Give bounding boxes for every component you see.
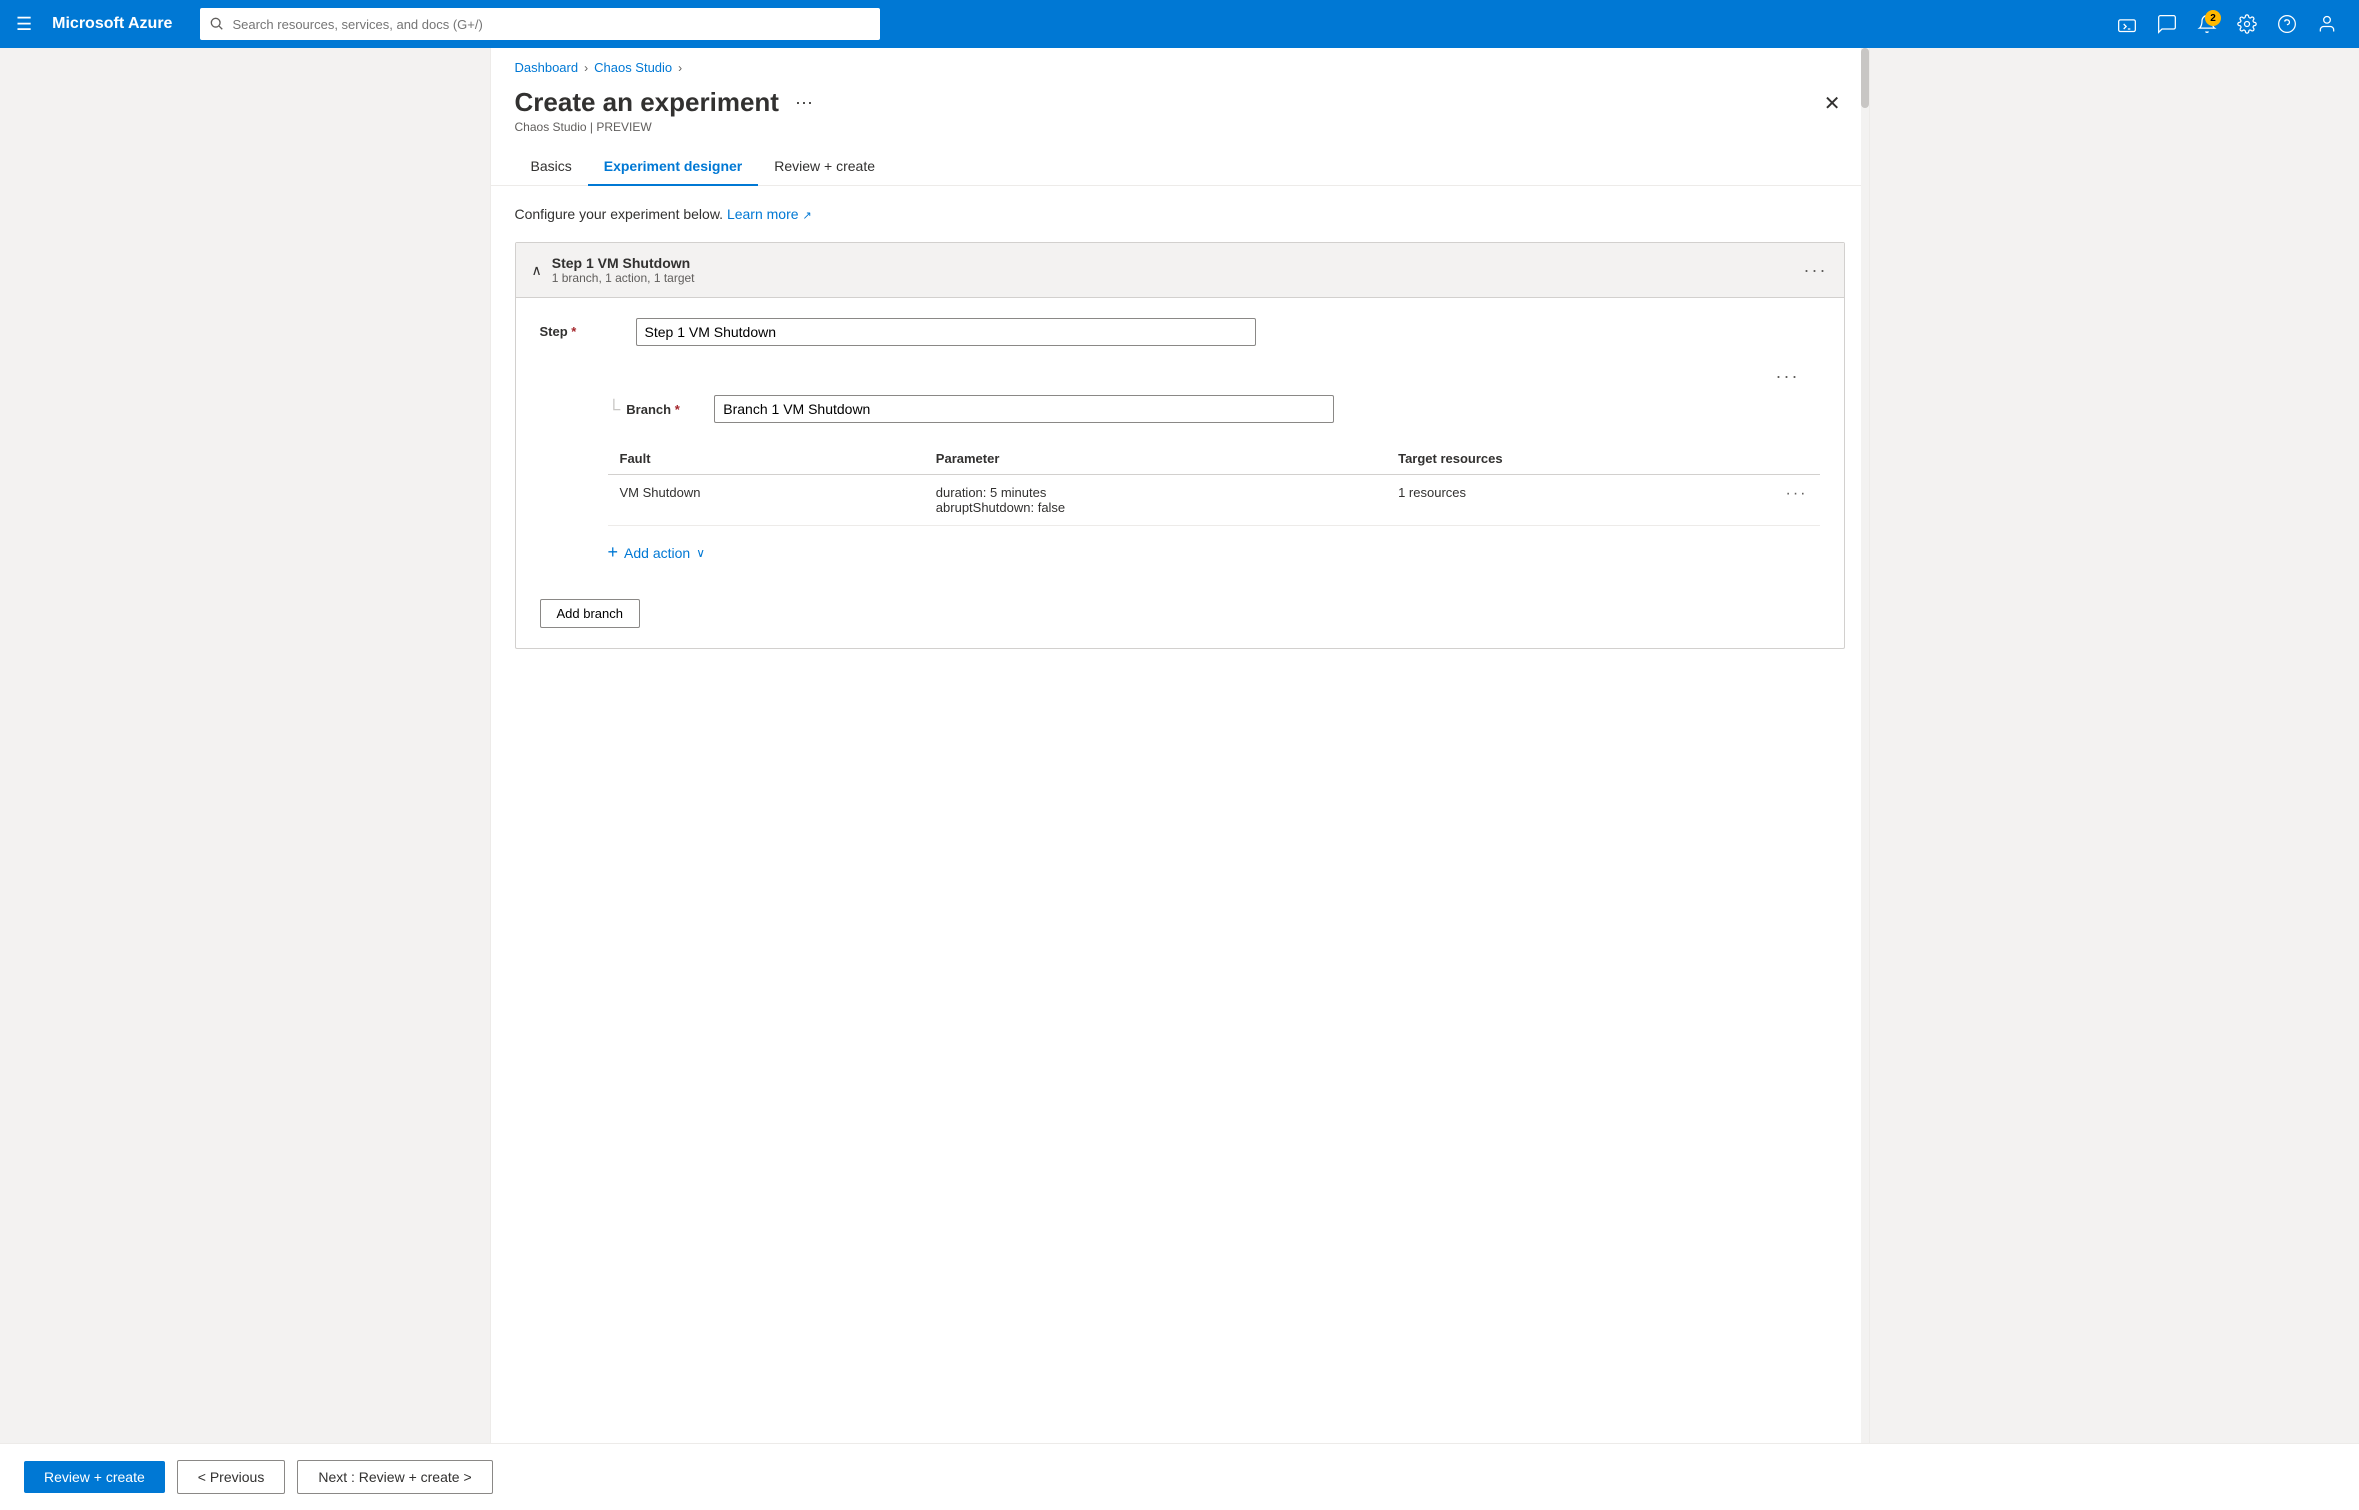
- hamburger-menu[interactable]: ☰: [16, 14, 32, 35]
- tabs-bar: Basics Experiment designer Review + crea…: [491, 134, 1869, 186]
- step-meta: 1 branch, 1 action, 1 target: [552, 271, 695, 285]
- target-col-header: Target resources: [1386, 443, 1773, 475]
- external-link-icon: ↗: [802, 210, 811, 222]
- fault-table-header-row: Fault Parameter Target resources: [608, 443, 1820, 475]
- cloud-shell-icon[interactable]: [2111, 8, 2143, 40]
- step-label: Step *: [540, 318, 620, 339]
- breadcrumb: Dashboard › Chaos Studio ›: [491, 48, 1869, 75]
- step-context-menu[interactable]: ···: [1804, 260, 1828, 281]
- parameter-col-header: Parameter: [924, 443, 1386, 475]
- add-action-row[interactable]: + Add action ∨: [608, 542, 1820, 563]
- brand-logo: Microsoft Azure: [52, 15, 172, 33]
- branch-context-menu-row: ···: [540, 366, 1800, 387]
- account-icon[interactable]: [2311, 8, 2343, 40]
- breadcrumb-sep-1: ›: [584, 61, 588, 75]
- step-name-input[interactable]: [636, 318, 1256, 346]
- fault-row-context-menu[interactable]: ···: [1786, 485, 1808, 502]
- add-branch-container: Add branch: [540, 583, 1820, 628]
- page-subtitle: Chaos Studio | PREVIEW: [515, 120, 817, 134]
- step-card: ∧ Step 1 VM Shutdown 1 branch, 1 action,…: [515, 242, 1845, 649]
- learn-more-link[interactable]: Learn more ↗: [727, 206, 812, 222]
- help-icon[interactable]: [2271, 8, 2303, 40]
- branch-label-area: └ Branch *: [608, 399, 707, 420]
- step-body: Step * ··· └ Branch *: [516, 298, 1844, 648]
- param-duration: duration: 5 minutes: [936, 485, 1374, 500]
- notifications-icon[interactable]: 2: [2191, 8, 2223, 40]
- review-create-button[interactable]: Review + create: [24, 1461, 165, 1493]
- branch-label: Branch *: [626, 402, 706, 417]
- settings-icon[interactable]: [2231, 8, 2263, 40]
- parameter-cell: duration: 5 minutes abruptShutdown: fals…: [924, 475, 1386, 526]
- fault-table: Fault Parameter Target resources VM Shut…: [608, 443, 1820, 526]
- bottom-bar: Review + create < Previous Next : Review…: [0, 1443, 2359, 1510]
- step-header-left: ∧ Step 1 VM Shutdown 1 branch, 1 action,…: [532, 255, 695, 285]
- fault-col-header: Fault: [608, 443, 924, 475]
- previous-button[interactable]: < Previous: [177, 1460, 286, 1494]
- scrollbar-thumb[interactable]: [1861, 48, 1869, 108]
- table-row: VM Shutdown duration: 5 minutes abruptSh…: [608, 475, 1820, 526]
- add-action-chevron-icon: ∨: [696, 546, 705, 560]
- branch-row: └ Branch *: [608, 395, 1820, 423]
- nav-icons: 2: [2111, 8, 2343, 40]
- branch-context-menu[interactable]: ···: [1776, 366, 1800, 387]
- fault-table-body: VM Shutdown duration: 5 minutes abruptSh…: [608, 475, 1820, 526]
- search-bar[interactable]: [200, 8, 880, 40]
- main-container: Dashboard › Chaos Studio › Create an exp…: [490, 48, 1870, 1510]
- fault-table-head: Fault Parameter Target resources: [608, 443, 1820, 475]
- feedback-icon[interactable]: [2151, 8, 2183, 40]
- fault-name-cell: VM Shutdown: [608, 475, 924, 526]
- scrollbar-track[interactable]: [1861, 48, 1869, 1510]
- notification-count: 2: [2205, 10, 2221, 26]
- step-title: Step 1 VM Shutdown: [552, 255, 695, 271]
- step-name-row: Step *: [540, 318, 1820, 346]
- required-indicator: *: [571, 324, 576, 339]
- configure-description: Configure your experiment below. Learn m…: [515, 206, 1845, 222]
- add-branch-button[interactable]: Add branch: [540, 599, 641, 628]
- breadcrumb-chaos-studio[interactable]: Chaos Studio: [594, 60, 672, 75]
- content-area: Configure your experiment below. Learn m…: [491, 186, 1869, 685]
- fault-table-container: Fault Parameter Target resources VM Shut…: [608, 443, 1820, 526]
- step-header: ∧ Step 1 VM Shutdown 1 branch, 1 action,…: [516, 243, 1844, 298]
- page-header: Create an experiment ··· Chaos Studio | …: [491, 75, 1869, 134]
- fault-row-menu-cell: ···: [1774, 475, 1820, 526]
- search-input[interactable]: [232, 17, 870, 32]
- breadcrumb-sep-2: ›: [678, 61, 682, 75]
- page-title-row: Create an experiment ···: [515, 87, 817, 118]
- tab-experiment-designer[interactable]: Experiment designer: [588, 150, 759, 186]
- add-action-label: Add action: [624, 545, 690, 561]
- branch-required: *: [675, 402, 680, 417]
- action-col-header: [1774, 443, 1820, 475]
- page-title-block: Create an experiment ··· Chaos Studio | …: [515, 87, 817, 134]
- add-action-plus-icon: +: [608, 542, 619, 563]
- page-title: Create an experiment: [515, 87, 779, 118]
- target-cell: 1 resources: [1386, 475, 1773, 526]
- search-icon: [210, 17, 224, 31]
- close-button[interactable]: ✕: [1820, 87, 1845, 120]
- next-button[interactable]: Next : Review + create >: [297, 1460, 492, 1494]
- tab-basics[interactable]: Basics: [515, 150, 588, 186]
- step-info: Step 1 VM Shutdown 1 branch, 1 action, 1…: [552, 255, 695, 285]
- top-navigation: ☰ Microsoft Azure 2: [0, 0, 2359, 48]
- branch-l-icon: └: [608, 399, 621, 420]
- page-more-button[interactable]: ···: [791, 92, 817, 113]
- page-title-actions: ···: [791, 92, 817, 113]
- step-collapse-chevron[interactable]: ∧: [532, 262, 542, 279]
- param-abrupt: abruptShutdown: false: [936, 500, 1374, 515]
- tab-review-create[interactable]: Review + create: [758, 150, 891, 186]
- branch-name-input[interactable]: [714, 395, 1334, 423]
- breadcrumb-dashboard[interactable]: Dashboard: [515, 60, 579, 75]
